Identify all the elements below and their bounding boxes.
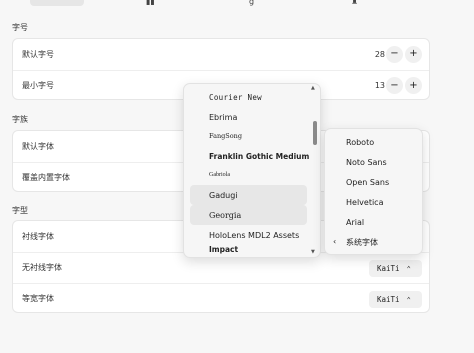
font-option-highlighted[interactable]: Gadugi [190, 185, 307, 205]
font-list-dropdown: ▲ Courier New Ebrima FangSong Franklin G… [183, 83, 321, 258]
submenu-item[interactable]: Open Sans [346, 178, 389, 187]
section-title-type: 字型 [12, 206, 28, 215]
tab-current[interactable] [30, 0, 84, 6]
mono-font-select[interactable]: KaiTi ⌃ [369, 291, 422, 308]
section-title-family: 字族 [12, 115, 28, 124]
font-option[interactable]: HoloLens MDL2 Assets [190, 225, 307, 245]
scrollbar-thumb[interactable] [313, 121, 317, 145]
toolbar-icon[interactable]: ▮▮ [146, 0, 155, 6]
sans-font-label: 无衬线字体 [22, 263, 62, 272]
mono-font-value: KaiTi [377, 295, 400, 304]
decrease-default-size-button[interactable]: − [386, 45, 403, 63]
font-option[interactable]: Gabriola [190, 165, 307, 185]
font-option[interactable]: Impact [190, 244, 307, 257]
submenu-item[interactable]: Noto Sans [346, 158, 387, 167]
chevron-up-icon: ⌃ [406, 264, 411, 273]
default-font-label: 默认字体 [22, 141, 54, 151]
mono-font-row: 等宽字体 KaiTi ⌃ [13, 283, 429, 313]
chevron-left-icon[interactable]: ‹ [333, 237, 336, 246]
min-size-value: 13 [374, 81, 385, 90]
font-option[interactable]: FangSong [190, 126, 307, 146]
sans-font-select[interactable]: KaiTi ⌃ [369, 260, 422, 277]
decrease-min-size-button[interactable]: − [386, 77, 403, 94]
increase-min-size-button[interactable]: + [405, 77, 422, 94]
submenu-item[interactable]: Roboto [346, 138, 374, 147]
top-nav: ▮▮ g ♜ [0, 0, 474, 8]
system-fonts-back-label[interactable]: 系统字体 [346, 237, 378, 248]
scroll-up-icon[interactable]: ▲ [311, 85, 315, 91]
section-title-size: 字号 [12, 23, 28, 32]
submenu-item[interactable]: Helvetica [346, 198, 383, 207]
mono-font-label: 等宽字体 [22, 294, 54, 303]
override-font-label: 覆盖内置字体 [22, 173, 70, 182]
font-option[interactable]: Franklin Gothic Medium [190, 146, 309, 166]
toolbar-icon[interactable]: ♜ [351, 0, 358, 6]
font-option[interactable]: Courier New [190, 87, 307, 107]
default-size-row: 默认字号 28 − + [13, 39, 429, 69]
font-option[interactable]: Ebrima [190, 107, 307, 127]
system-fonts-submenu: Roboto Noto Sans Open Sans Helvetica Ari… [324, 128, 423, 255]
increase-default-size-button[interactable]: + [405, 45, 422, 63]
sans-font-value: KaiTi [377, 264, 400, 273]
scroll-down-icon[interactable]: ▼ [311, 249, 315, 255]
font-option-highlighted[interactable]: Georgia [190, 205, 307, 225]
chevron-up-icon: ⌃ [406, 295, 411, 304]
submenu-item[interactable]: Arial [346, 218, 364, 227]
default-size-label: 默认字号 [22, 49, 54, 59]
toolbar-icon[interactable]: g [249, 0, 254, 6]
serif-font-label: 衬线字体 [22, 231, 54, 241]
default-size-value: 28 [374, 49, 385, 59]
min-size-label: 最小字号 [22, 81, 54, 90]
